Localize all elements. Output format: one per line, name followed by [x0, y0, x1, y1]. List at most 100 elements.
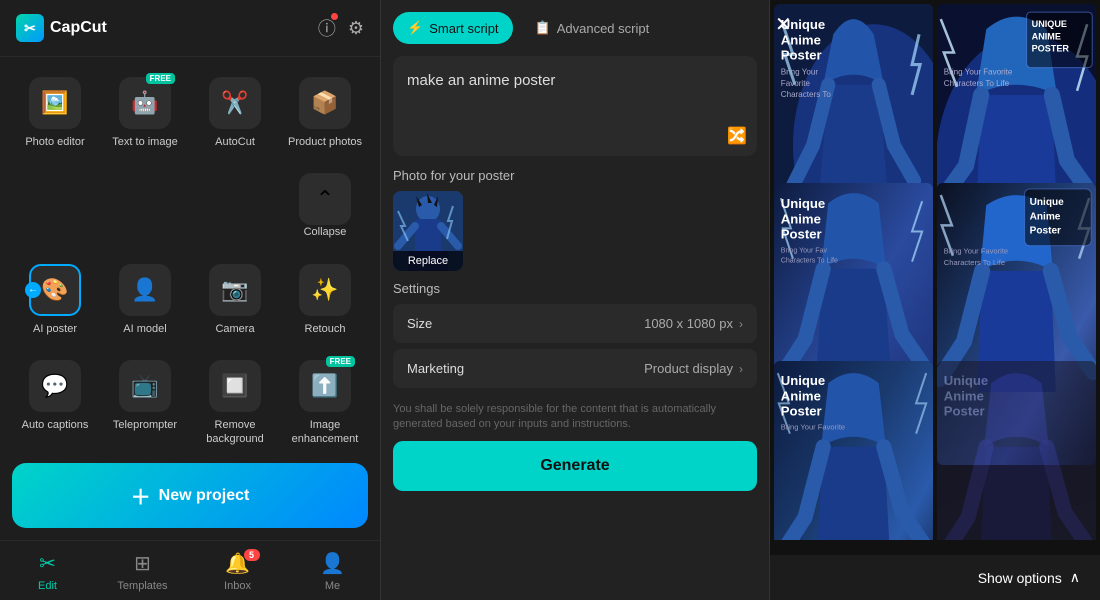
tool-autocut[interactable]: ✂️ AutoCut	[192, 67, 278, 159]
settings-title: Settings	[393, 281, 757, 296]
result-card-6[interactable]: Unique Anime Poster Order Now	[937, 361, 1096, 540]
tool-text-to-image-label: Text to image	[112, 135, 177, 149]
svg-text:Bring Your Favorite: Bring Your Favorite	[781, 423, 845, 432]
tool-ai-poster[interactable]: ← 🎨 AI poster	[12, 254, 98, 346]
new-project-button[interactable]: ＋ New project	[12, 463, 368, 528]
tool-autocut-icon-box: ✂️	[209, 77, 261, 129]
tool-autocut-label: AutoCut	[215, 135, 255, 149]
tool-photo-editor[interactable]: 🖼️ Photo editor	[12, 67, 98, 159]
logo-icon: ✂	[16, 14, 44, 42]
templates-nav-icon: ⊞	[134, 551, 151, 576]
inbox-nav-label: Inbox	[224, 580, 251, 592]
tool-ai-model[interactable]: 👤 AI model	[102, 254, 188, 346]
me-nav-label: Me	[325, 580, 340, 592]
tool-product-photos[interactable]: 📦 Product photos	[282, 67, 368, 159]
tool-ai-model-label: AI model	[123, 322, 166, 336]
svg-text:POSTER: POSTER	[1032, 43, 1070, 53]
setting-size-label: Size	[407, 316, 432, 331]
setting-size-value: 1080 x 1080 px ›	[644, 316, 743, 331]
marketing-chevron-icon: ›	[739, 362, 743, 376]
settings-icon[interactable]: ⚙	[348, 18, 364, 39]
svg-text:Anime: Anime	[944, 389, 984, 404]
ai-pointer-arrow: ←	[25, 282, 41, 298]
close-button[interactable]: ✕	[775, 12, 792, 37]
tool-product-photos-icon-box: 📦	[299, 77, 351, 129]
new-project-plus-icon: ＋	[131, 481, 151, 510]
result-card-5[interactable]: Unique Anime Poster Bring Your Favorite …	[774, 361, 933, 540]
tool-teleprompter[interactable]: 📺 Teleprompter	[102, 350, 188, 455]
disclaimer-text: You shall be solely responsible for the …	[381, 402, 769, 441]
tool-camera-label: Camera	[215, 322, 254, 336]
show-options-text: Show options	[978, 570, 1062, 586]
tool-image-enhancement-icon-box: FREE ⬆️	[299, 360, 351, 412]
svg-text:ANIME: ANIME	[1032, 31, 1061, 41]
replace-overlay: Replace	[393, 251, 463, 271]
tool-ai-poster-icon-box: ← 🎨	[29, 264, 81, 316]
tab-smart-script[interactable]: ⚡ Smart script	[393, 12, 513, 44]
tool-auto-captions-icon-box: 💬	[29, 360, 81, 412]
nav-inbox[interactable]: 🔔 5 Inbox	[190, 541, 285, 600]
settings-section: Settings Size 1080 x 1080 px › Marketing…	[381, 281, 769, 394]
nav-me[interactable]: 👤 Me	[285, 541, 380, 600]
setting-size-row[interactable]: Size 1080 x 1080 px ›	[393, 304, 757, 343]
bottom-nav: ✂ Edit ⊞ Templates 🔔 5 Inbox 👤 Me	[0, 540, 380, 600]
collapse-button[interactable]: ⌃ Collapse	[282, 163, 368, 249]
setting-marketing-value: Product display ›	[644, 361, 743, 376]
svg-text:Unique: Unique	[781, 196, 825, 211]
photo-thumbnail[interactable]: Replace	[393, 191, 463, 271]
tool-ai-poster-label: AI poster	[33, 322, 77, 336]
sidebar-header: ✂ CapCut ⓘ ⚙	[0, 0, 380, 57]
tool-remove-background[interactable]: 🔲 Remove background	[192, 350, 278, 455]
card-6-svg: Unique Anime Poster Order Now	[937, 361, 1096, 540]
help-icon[interactable]: ⓘ	[318, 15, 336, 41]
tool-text-to-image[interactable]: FREE 🤖 Text to image	[102, 67, 188, 159]
tools-grid: 🖼️ Photo editor FREE 🤖 Text to image ✂️ …	[0, 57, 380, 455]
tool-retouch[interactable]: ✨ Retouch	[282, 254, 368, 346]
inbox-badge: 5	[244, 549, 260, 561]
advanced-script-label: Advanced script	[557, 21, 650, 36]
tool-camera-icon-box: 📷	[209, 264, 261, 316]
svg-text:Anime: Anime	[781, 211, 821, 226]
edit-nav-icon: ✂	[39, 551, 56, 576]
center-panel: ⚡ Smart script 📋 Advanced script make an…	[380, 0, 770, 600]
smart-script-label: Smart script	[429, 21, 498, 36]
generate-label: Generate	[540, 457, 609, 474]
nav-templates[interactable]: ⊞ Templates	[95, 541, 190, 600]
prompt-text: make an anime poster	[407, 70, 743, 93]
setting-marketing-row[interactable]: Marketing Product display ›	[393, 349, 757, 388]
tool-text-to-image-icon-box: FREE 🤖	[119, 77, 171, 129]
svg-text:Poster: Poster	[944, 404, 985, 419]
tool-camera[interactable]: 📷 Camera	[192, 254, 278, 346]
tool-retouch-label: Retouch	[305, 322, 346, 336]
svg-text:Characters To Life: Characters To Life	[944, 257, 1005, 266]
sidebar: ✂ CapCut ⓘ ⚙ 🖼️ Photo editor FREE 🤖 T	[0, 0, 380, 600]
size-chevron-icon: ›	[739, 317, 743, 331]
card-5-svg: Unique Anime Poster Bring Your Favorite …	[774, 361, 933, 540]
svg-text:Characters To: Characters To	[781, 90, 832, 99]
svg-text:Poster: Poster	[781, 226, 822, 241]
svg-text:Characters To Life: Characters To Life	[781, 257, 838, 264]
show-options-bar[interactable]: Show options ∧	[770, 555, 1100, 600]
templates-nav-label: Templates	[117, 580, 167, 592]
edit-nav-label: Edit	[38, 580, 57, 592]
tool-auto-captions-label: Auto captions	[22, 418, 89, 432]
tool-image-enhancement[interactable]: FREE ⬆️ Image enhancement	[282, 350, 368, 455]
tab-advanced-script[interactable]: 📋 Advanced script	[521, 12, 664, 44]
prompt-area[interactable]: make an anime poster 🔀	[393, 56, 757, 156]
generate-button[interactable]: Generate	[393, 441, 757, 491]
new-project-label: New project	[159, 487, 250, 505]
svg-text:Bring Your: Bring Your	[781, 68, 819, 77]
tool-remove-background-label: Remove background	[196, 418, 274, 447]
tool-auto-captions[interactable]: 💬 Auto captions	[12, 350, 98, 455]
right-panel: Unique Anime Poster Bring Your Favorite …	[770, 0, 1100, 600]
tool-photo-editor-icon-box: 🖼️	[29, 77, 81, 129]
svg-text:Poster: Poster	[781, 48, 822, 63]
shuffle-button[interactable]: 🔀	[727, 126, 747, 146]
svg-text:Bring Your Fav: Bring Your Fav	[781, 247, 828, 254]
tool-teleprompter-icon-box: 📺	[119, 360, 171, 412]
tool-product-photos-label: Product photos	[288, 135, 362, 149]
nav-edit[interactable]: ✂ Edit	[0, 541, 95, 600]
advanced-script-icon: 📋	[535, 20, 551, 36]
svg-text:Poster: Poster	[1030, 225, 1061, 236]
tool-ai-model-icon-box: 👤	[119, 264, 171, 316]
